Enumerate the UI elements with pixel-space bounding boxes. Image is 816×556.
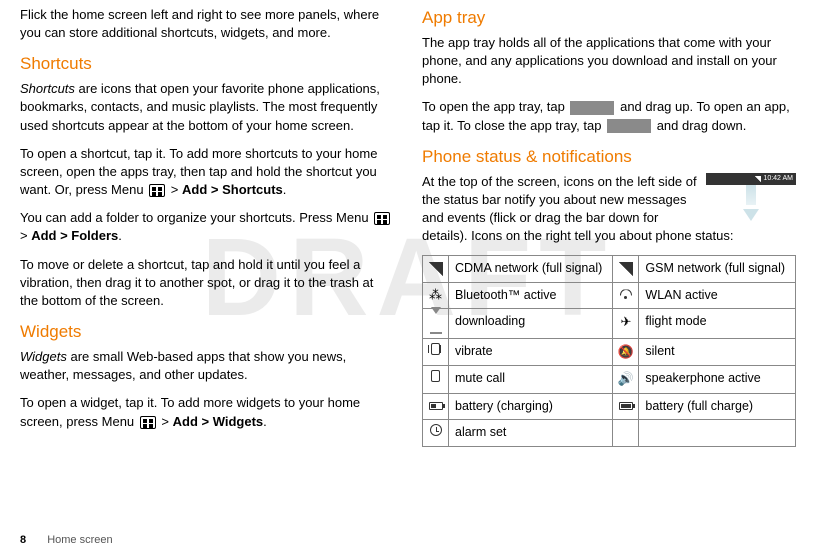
icon-desc: CDMA network (full signal) (449, 256, 613, 283)
intro-para: Flick the home screen left and right to … (20, 6, 394, 42)
table-row: alarm set (423, 420, 796, 447)
icon-desc: speakerphone active (639, 366, 796, 394)
icon-cell (423, 366, 449, 394)
icon-desc: mute call (449, 366, 613, 394)
speaker-icon: 🔊 (618, 371, 634, 386)
shortcuts-p1: Shortcuts are icons that open your favor… (20, 80, 394, 135)
apptray-p2: To open the app tray, tap and drag up. T… (422, 98, 796, 134)
table-row: battery (charging) battery (full charge) (423, 393, 796, 420)
drag-arrow-tail (746, 185, 756, 205)
shortcuts-heading: Shortcuts (20, 52, 394, 76)
battery-full-icon (619, 402, 633, 410)
icon-desc: vibrate (449, 338, 613, 366)
section-name: Home screen (47, 534, 112, 546)
status-heading: Phone status & notifications (422, 145, 796, 169)
table-row: downloading ✈ flight mode (423, 309, 796, 339)
menu-icon (374, 212, 390, 225)
icon-desc: battery (charging) (449, 393, 613, 420)
icon-cell (423, 393, 449, 420)
table-row: mute call 🔊 speakerphone active (423, 366, 796, 394)
shortcuts-p2: To open a shortcut, tap it. To add more … (20, 145, 394, 200)
widgets-term: Widgets (20, 349, 67, 364)
icon-desc (639, 420, 796, 447)
menu-icon (149, 184, 165, 197)
left-column: Flick the home screen left and right to … (20, 6, 394, 447)
icon-desc: Bluetooth™ active (449, 282, 613, 309)
menu-icon (140, 416, 156, 429)
status-bar: 10:42 AM (706, 173, 796, 185)
icon-cell: ⁂ (423, 282, 449, 309)
tray-handle-icon (607, 119, 651, 133)
icon-cell (613, 282, 639, 309)
widgets-p2: To open a widget, tap it. To add more wi… (20, 394, 394, 430)
table-row: CDMA network (full signal) GSM network (f… (423, 256, 796, 283)
icon-cell (423, 256, 449, 283)
status-icons-table: CDMA network (full signal) GSM network (f… (422, 255, 796, 447)
icon-desc: battery (full charge) (639, 393, 796, 420)
mute-icon (431, 370, 440, 382)
signal-icon (619, 262, 633, 276)
download-icon (430, 313, 442, 334)
clock-text: 10:42 AM (763, 174, 793, 184)
icon-cell (613, 393, 639, 420)
icon-desc: flight mode (639, 309, 796, 339)
apptray-p1: The app tray holds all of the applicatio… (422, 34, 796, 89)
status-bar-figure: 10:42 AM (706, 173, 796, 221)
icon-desc: GSM network (full signal) (639, 256, 796, 283)
widgets-heading: Widgets (20, 320, 394, 344)
page-number: 8 (20, 534, 26, 546)
icon-cell (613, 420, 639, 447)
widgets-p1: Widgets are small Web-based apps that sh… (20, 348, 394, 384)
icon-cell (423, 309, 449, 339)
vibrate-icon (431, 343, 440, 355)
apptray-heading: App tray (422, 6, 796, 30)
icon-cell (423, 420, 449, 447)
icon-desc: WLAN active (639, 282, 796, 309)
icon-cell (423, 338, 449, 366)
signal-icon (429, 262, 443, 276)
icon-desc: downloading (449, 309, 613, 339)
signal-icon (755, 176, 761, 182)
silent-icon: 🔕 (618, 344, 634, 359)
icon-cell (613, 256, 639, 283)
plane-icon: ✈ (620, 314, 631, 329)
drag-arrow-head (743, 209, 759, 221)
right-column: App tray The app tray holds all of the a… (422, 6, 796, 447)
bluetooth-icon: ⁂ (429, 287, 442, 302)
icon-cell: ✈ (613, 309, 639, 339)
table-row: vibrate 🔕 silent (423, 338, 796, 366)
icon-desc: alarm set (449, 420, 613, 447)
table-row: ⁂ Bluetooth™ active WLAN active (423, 282, 796, 309)
wlan-icon (620, 289, 632, 301)
shortcuts-term: Shortcuts (20, 81, 75, 96)
shortcuts-p4: To move or delete a shortcut, tap and ho… (20, 256, 394, 311)
page-footer: 8 Home screen (20, 533, 113, 548)
battery-charging-icon (429, 402, 443, 410)
icon-cell: 🔕 (613, 338, 639, 366)
shortcuts-p3: You can add a folder to organize your sh… (20, 209, 394, 245)
icon-cell: 🔊 (613, 366, 639, 394)
icon-desc: silent (639, 338, 796, 366)
tray-handle-icon (570, 101, 614, 115)
alarm-icon (430, 424, 442, 436)
